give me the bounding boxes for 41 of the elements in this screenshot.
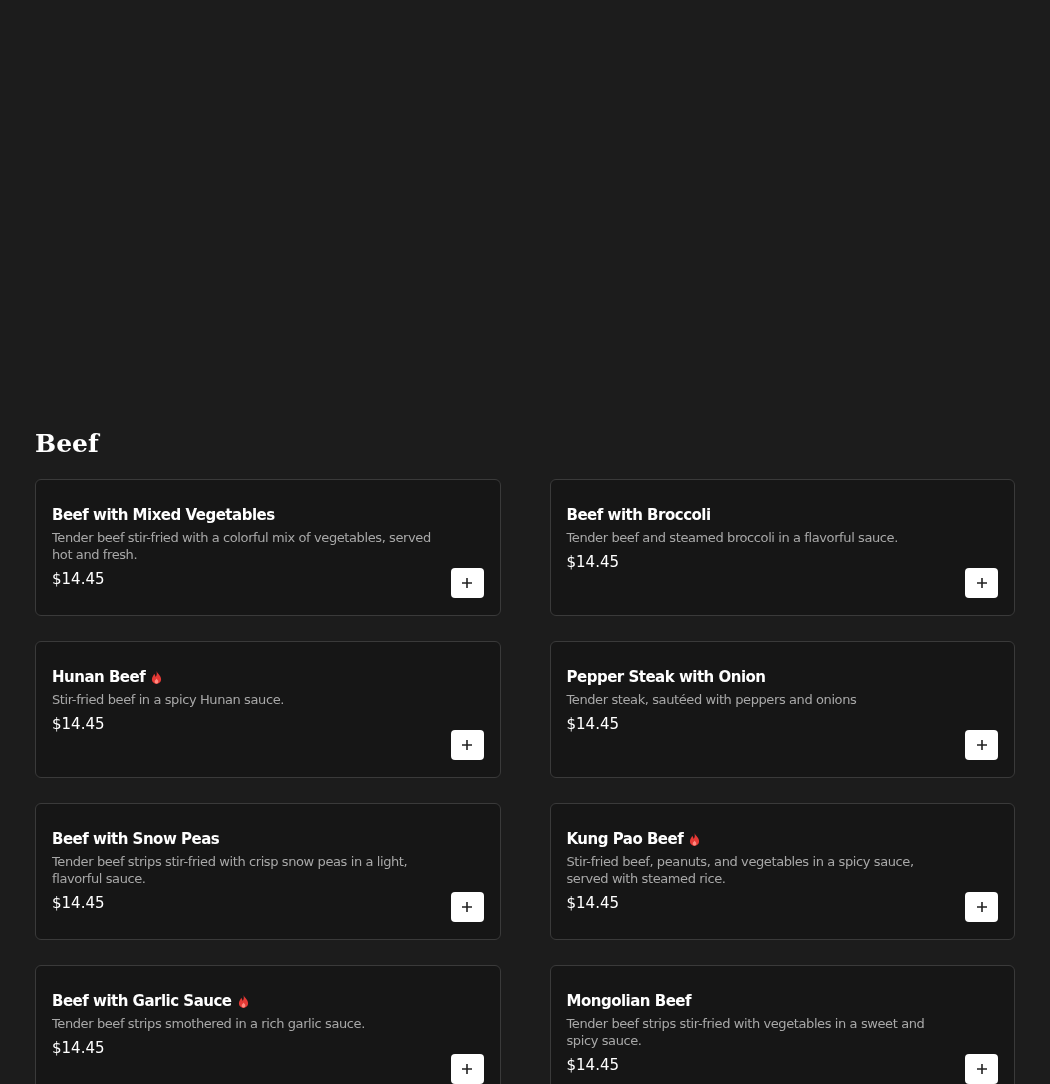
item-name: Beef with Snow Peas <box>52 829 220 850</box>
item-name: Mongolian Beef <box>566 991 692 1012</box>
item-name: Pepper Steak with Onion <box>566 667 766 688</box>
item-name: Beef with Mixed Vegetables <box>52 505 275 526</box>
add-button[interactable] <box>450 568 484 598</box>
plus-icon <box>976 902 987 912</box>
item-price: $14.45 <box>52 714 105 734</box>
item-description: Tender beef strips stir-fried with vegetables in a sweet and spicy sauce. <box>566 1015 926 1049</box>
item-name: Kung Pao Beef <box>566 829 684 850</box>
plus-icon <box>976 1064 987 1074</box>
item-price: $14.45 <box>566 552 619 572</box>
item-price: $14.45 <box>566 714 619 734</box>
item-price: $14.45 <box>566 893 619 913</box>
item-description: Stir-fried beef, peanuts, and vegetables in a spicy sauce, served with steamed rice. <box>566 853 915 887</box>
plus-icon <box>462 578 472 588</box>
item-price: $14.45 <box>566 1055 619 1075</box>
add-button[interactable] <box>965 892 998 922</box>
add-button[interactable] <box>450 892 484 922</box>
plus-icon <box>976 740 987 750</box>
section-title: Beef <box>35 428 99 460</box>
item-price: $14.45 <box>52 893 105 913</box>
item-price: $14.45 <box>52 569 105 589</box>
add-button[interactable] <box>450 1054 484 1084</box>
plus-icon <box>462 902 472 912</box>
item-name: Hunan Beef <box>52 667 146 688</box>
add-button[interactable] <box>965 568 998 598</box>
plus-icon <box>462 740 472 750</box>
item-name: Beef with Broccoli <box>566 505 711 526</box>
item-description: Tender beef strips stir-fried with crisp snow peas in a light, flavorful sauce. <box>52 853 409 887</box>
item-description: Tender steak, sautéed with peppers and onions <box>566 691 858 708</box>
add-button[interactable] <box>965 730 998 760</box>
add-button[interactable] <box>450 730 484 760</box>
item-description: Tender beef and steamed broccoli in a flavorful sauce. <box>566 529 899 546</box>
item-name: Beef with Garlic Sauce <box>52 991 232 1012</box>
add-button[interactable] <box>965 1054 998 1084</box>
item-description: Tender beef stir-fried with a colorful mix of vegetables, served hot and fresh. <box>52 529 432 563</box>
item-price: $14.45 <box>52 1038 105 1058</box>
plus-icon <box>462 1064 472 1074</box>
item-description: Stir-fried beef in a spicy Hunan sauce. <box>52 691 285 708</box>
item-description: Tender beef strips smothered in a rich garlic sauce. <box>52 1015 366 1032</box>
plus-icon <box>976 578 987 588</box>
